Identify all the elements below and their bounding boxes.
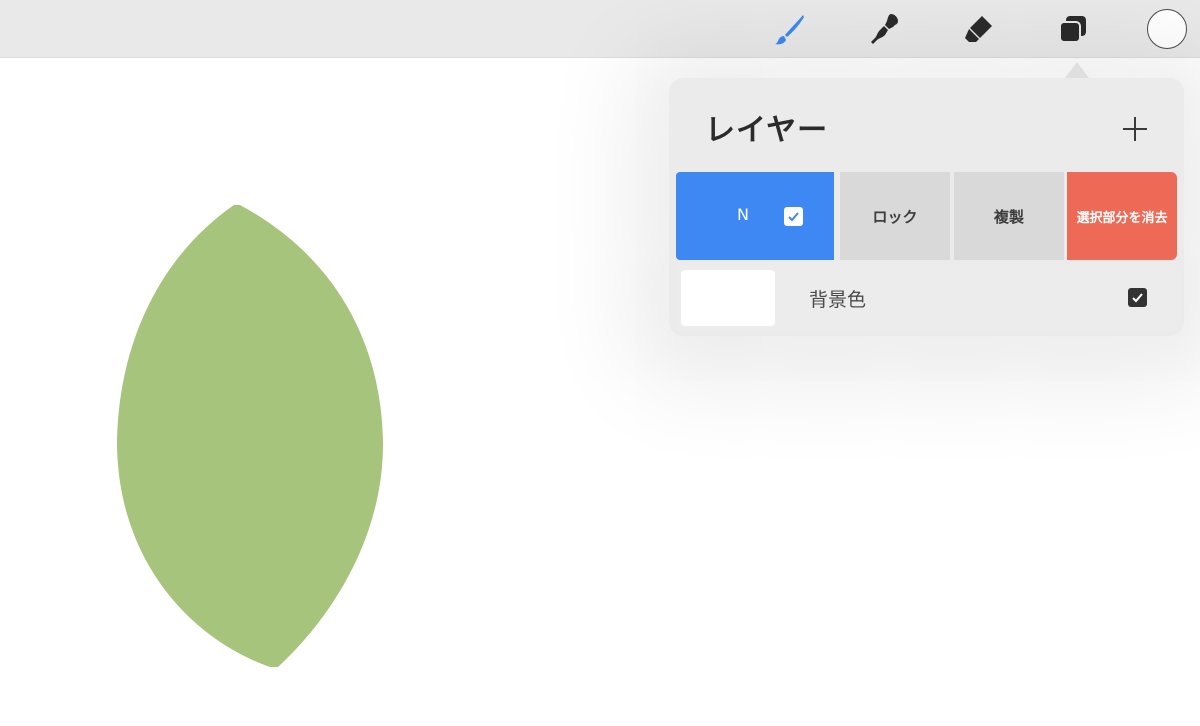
blend-mode-label[interactable]: N [737, 205, 749, 224]
clear-selection-button[interactable]: 選択部分を消去 [1067, 172, 1177, 260]
color-swatch-button[interactable] [1147, 9, 1187, 49]
selected-layer[interactable]: N [676, 172, 834, 260]
background-visibility-checkbox[interactable] [1128, 288, 1147, 307]
layer-action-bar: N ロック 複製 選択部分を消去 [676, 172, 1177, 260]
add-layer-button[interactable] [1118, 112, 1152, 146]
background-color-layer[interactable]: 背景色 [676, 265, 1177, 331]
eraser-icon [965, 16, 992, 42]
plus-icon [1123, 117, 1147, 141]
smudge-icon [871, 14, 898, 44]
checkmark-icon [788, 212, 799, 222]
brush-icon [775, 15, 804, 45]
layer-visibility-checkbox[interactable] [784, 207, 803, 226]
checkmark-icon [1132, 293, 1143, 303]
background-layer-label: 背景色 [809, 289, 867, 311]
duplicate-button[interactable]: 複製 [954, 172, 1064, 260]
layers-tool-button[interactable] [1052, 8, 1094, 50]
popover-arrow [1065, 62, 1089, 78]
top-toolbar [0, 0, 1200, 58]
leaf-shape [116, 205, 383, 667]
eraser-tool-button[interactable] [958, 8, 1000, 50]
brush-tool-button[interactable] [769, 8, 811, 50]
smudge-tool-button[interactable] [864, 8, 906, 50]
layers-icon [1059, 16, 1086, 43]
lock-button[interactable]: ロック [840, 172, 950, 260]
layers-panel: レイヤー N ロック 複製 選択部分を消去 背景色 [669, 78, 1184, 336]
panel-title: レイヤー [705, 113, 829, 148]
background-thumbnail [681, 270, 775, 326]
layers-popover: レイヤー N ロック 複製 選択部分を消去 背景色 [669, 62, 1184, 338]
